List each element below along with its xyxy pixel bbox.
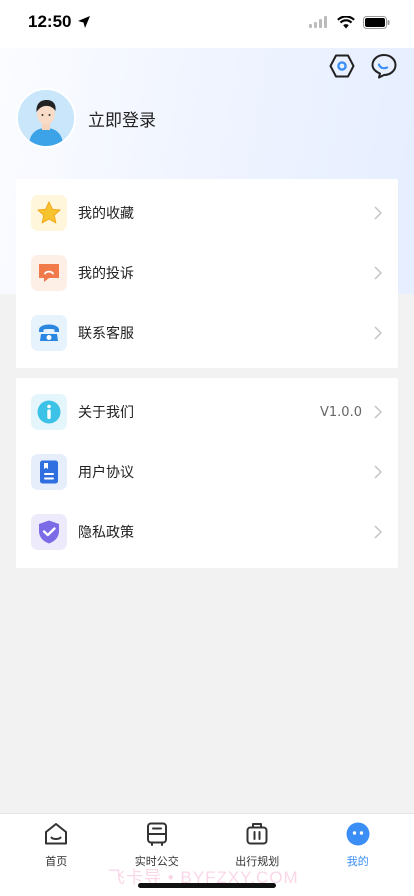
about-icon-box	[31, 394, 67, 430]
app-version-value: V1.0.0	[320, 404, 362, 420]
menu-item-label: 我的收藏	[78, 206, 134, 222]
menu-item-customer-service[interactable]: 联系客服	[16, 303, 398, 363]
chevron-right-icon	[374, 326, 382, 340]
tab-label: 首页	[45, 855, 68, 868]
tab-label: 我的	[346, 855, 369, 868]
settings-button[interactable]	[328, 52, 356, 80]
status-time: 12:50	[28, 12, 91, 32]
agreement-icon-box	[31, 454, 67, 490]
star-icon	[37, 201, 61, 224]
avatar	[16, 88, 76, 148]
menu-item-complaints[interactable]: 我的投诉	[16, 243, 398, 303]
menu-item-label: 关于我们	[78, 405, 134, 421]
bus-icon	[143, 820, 171, 848]
luggage-icon	[243, 820, 271, 848]
message-button[interactable]	[370, 52, 398, 80]
menu-item-label: 用户协议	[78, 465, 134, 481]
chevron-right-icon	[374, 266, 382, 280]
wifi-icon	[337, 15, 355, 28]
status-indicators	[309, 15, 390, 29]
menu-item-about-us[interactable]: 关于我们 V1.0.0	[16, 382, 398, 442]
menu-item-user-agreement[interactable]: 用户协议	[16, 442, 398, 502]
home-icon	[42, 820, 70, 848]
phone-icon	[39, 324, 59, 341]
complaints-icon-box	[31, 255, 67, 291]
chevron-right-icon	[374, 206, 382, 220]
tab-home[interactable]: 首页	[16, 820, 96, 896]
menu-item-favorites[interactable]: 我的收藏	[16, 183, 398, 243]
status-bar: 12:50	[0, 0, 414, 44]
menu-item-label: 联系客服	[78, 326, 134, 342]
header-actions	[328, 52, 398, 80]
privacy-icon-box	[31, 514, 67, 550]
default-avatar-icon	[18, 90, 74, 146]
tab-mine[interactable]: 我的	[318, 820, 398, 896]
battery-icon	[363, 15, 390, 29]
chat-bubble-icon	[371, 54, 397, 79]
menu-item-privacy-policy[interactable]: 隐私政策	[16, 502, 398, 562]
menu-group-services: 我的收藏 我的投诉 联系客服	[16, 179, 398, 368]
shield-check-icon	[39, 520, 59, 544]
chevron-right-icon	[374, 525, 382, 539]
favorites-icon-box	[31, 195, 67, 231]
home-indicator[interactable]	[138, 883, 276, 888]
signal-icon	[309, 16, 327, 28]
customer-service-icon-box	[31, 315, 67, 351]
complaint-icon	[39, 264, 59, 282]
login-label: 立即登录	[88, 110, 156, 131]
menu-item-label: 隐私政策	[78, 525, 134, 541]
chevron-right-icon	[374, 405, 382, 419]
menu-item-label: 我的投诉	[78, 266, 134, 282]
profile-face-icon	[344, 820, 372, 848]
status-time-text: 12:50	[28, 12, 72, 31]
location-arrow-icon	[78, 16, 91, 28]
menu-group-about: 关于我们 V1.0.0 用户协议 隐私政策	[16, 378, 398, 568]
info-icon	[37, 400, 61, 424]
hexagon-settings-icon	[329, 54, 355, 78]
chevron-right-icon	[374, 465, 382, 479]
login-area[interactable]: 立即登录	[16, 88, 156, 148]
document-icon	[40, 460, 58, 484]
